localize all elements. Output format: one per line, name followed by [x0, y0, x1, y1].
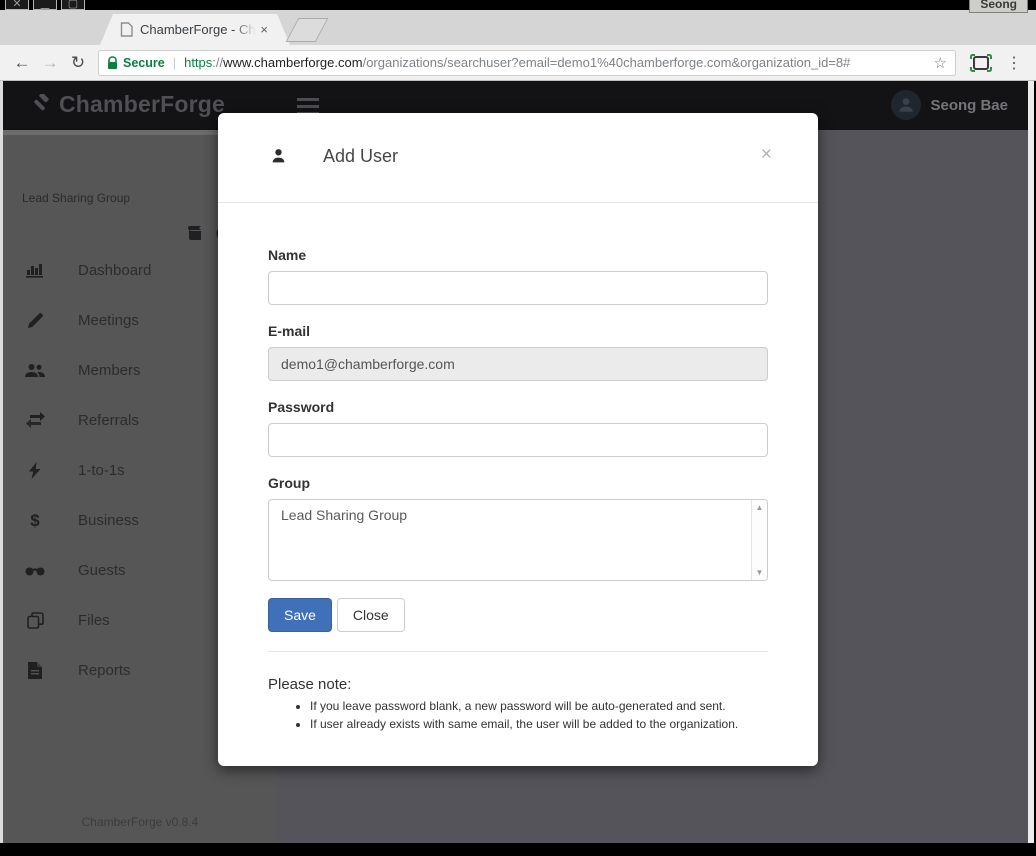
app-version-label: ChamberForge v0.8.4 [3, 815, 277, 829]
sidebar-group-label: Lead Sharing Group [22, 191, 130, 205]
group-option[interactable]: Lead Sharing Group [269, 500, 767, 523]
exchange-icon [25, 412, 45, 428]
modal-close-icon[interactable]: × [761, 144, 772, 166]
header-user-name: Seong Bae [930, 97, 1008, 114]
capture-extension-icon[interactable] [970, 54, 992, 72]
scroll-up-icon[interactable]: ▲ [752, 503, 767, 512]
sidebar-item-label: Guests [78, 562, 126, 579]
page-scrollbar[interactable] [1028, 81, 1034, 843]
window-maximize-button[interactable]: ▢ [61, 0, 85, 10]
note-heading: Please note: [268, 676, 768, 693]
name-label: Name [268, 247, 768, 263]
dashboard-icon [25, 262, 45, 278]
close-button[interactable]: Close [337, 598, 405, 632]
page-icon [120, 22, 133, 37]
bolt-icon [25, 462, 45, 479]
browser-tab[interactable]: ChamberForge - Cha × [100, 14, 290, 45]
tab-strip: ChamberForge - Cha × [0, 10, 1036, 45]
window-left-border [0, 81, 3, 843]
sidebar-item-label: Business [78, 512, 139, 529]
desktop-titlebar: ✕ ▁ ▢ [0, 0, 1036, 10]
book-icon[interactable] [186, 225, 204, 242]
sidebar-item-label: Meetings [78, 312, 139, 329]
url-path: /organizations/searchuser?email=demo1%40… [363, 55, 851, 70]
sidebar-item-label: Reports [78, 662, 131, 679]
url-scheme-sep: :// [212, 55, 223, 70]
tab-title: ChamberForge - Cha [140, 22, 256, 37]
modal-body: Name E-mail Password Group Lead Sharing … [218, 203, 818, 731]
password-input[interactable] [268, 423, 768, 457]
copy-icon [25, 612, 45, 629]
sidebar-item-label: 1-to-1s [78, 462, 125, 479]
group-label: Group [268, 475, 768, 491]
save-button[interactable]: Save [268, 598, 332, 632]
bookmark-star-icon[interactable]: ☆ [934, 54, 947, 72]
new-tab-button[interactable] [286, 18, 329, 42]
address-bar[interactable]: Secure | https://www.chamberforge.com/or… [98, 50, 956, 76]
sidebar-item-label: Files [78, 612, 110, 629]
secure-label: Secure [123, 56, 165, 70]
guests-icon [25, 564, 45, 576]
note-item: If you leave password blank, a new passw… [310, 699, 768, 713]
modal-title: Add User [323, 146, 398, 167]
pencil-icon [25, 312, 45, 329]
svg-text:$: $ [30, 511, 40, 529]
add-user-modal: Add User × Name E-mail Password Group Le… [218, 113, 818, 766]
window-minimize-button[interactable]: ▁ [33, 0, 57, 10]
modal-header: Add User × [218, 113, 818, 203]
url-separator: | [173, 55, 176, 70]
chrome-menu-icon[interactable]: ⋮ [1004, 53, 1024, 73]
reload-icon[interactable]: ↻ [64, 53, 92, 73]
browser-toolbar: ← → ↻ Secure | https://www.chamberforge.… [0, 45, 1036, 81]
session-user-chip: Seong [969, 0, 1028, 13]
group-select-scrollbar[interactable]: ▲ ▼ [751, 500, 767, 580]
screen: ✕ ▁ ▢ Seong ChamberForge - Cha × ← → ↻ S… [0, 0, 1036, 856]
sidebar-item-label: Referrals [78, 412, 139, 429]
modal-divider [268, 651, 768, 652]
modal-actions: Save Close [268, 598, 768, 632]
back-icon[interactable]: ← [8, 53, 36, 73]
password-label: Password [268, 399, 768, 415]
dollar-icon: $ [25, 511, 45, 529]
email-label: E-mail [268, 323, 768, 339]
sidebar-item-label: Members [78, 362, 141, 379]
brand[interactable]: ChamberForge [30, 91, 225, 118]
gavel-icon [30, 94, 52, 116]
header-user-menu[interactable]: Seong Bae [891, 90, 1008, 120]
users-icon [25, 363, 45, 378]
window-close-button[interactable]: ✕ [5, 0, 29, 10]
sidebar-item-label: Dashboard [78, 262, 151, 279]
group-select[interactable]: Lead Sharing Group ▲ ▼ [268, 499, 768, 581]
lock-icon [107, 56, 118, 70]
person-icon [270, 147, 287, 165]
note-list: If you leave password blank, a new passw… [310, 699, 768, 731]
name-input[interactable] [268, 271, 768, 305]
tab-close-icon[interactable]: × [260, 22, 268, 37]
avatar [891, 90, 921, 120]
brand-text: ChamberForge [59, 91, 225, 118]
url-scheme: https [184, 55, 212, 70]
email-input [268, 347, 768, 381]
url-host: www.chamberforge.com [223, 55, 362, 70]
url-text: https://www.chamberforge.com/organizatio… [184, 55, 927, 70]
scroll-down-icon[interactable]: ▼ [752, 568, 767, 577]
forward-icon[interactable]: → [36, 53, 64, 73]
report-icon [25, 662, 45, 679]
note-item: If user already exists with same email, … [310, 717, 768, 731]
